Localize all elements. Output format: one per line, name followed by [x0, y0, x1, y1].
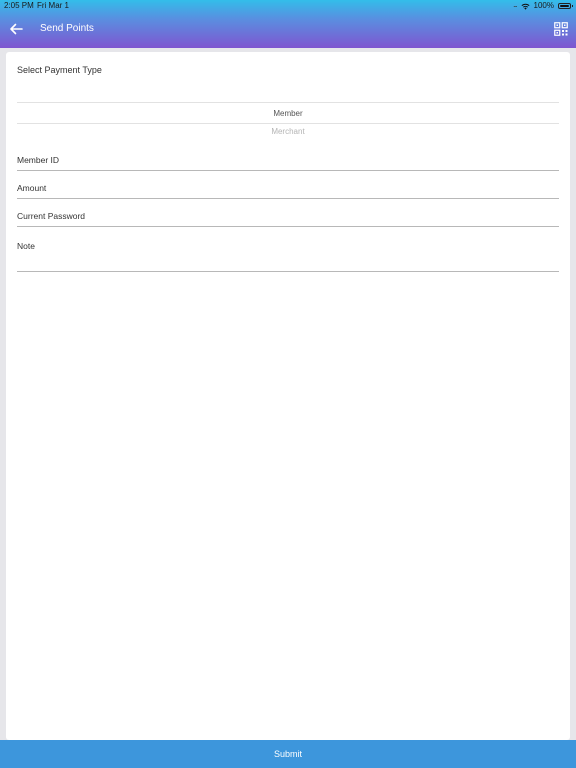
- status-indicators: ..... 100%: [513, 0, 573, 12]
- wifi-icon: [521, 3, 530, 10]
- current-password-label: Current Password: [17, 211, 86, 221]
- form-card: Select Payment Type Member Merchant Memb…: [6, 52, 570, 740]
- note-label: Note: [17, 241, 35, 251]
- page-title: Send Points: [40, 23, 94, 34]
- battery-percent: 100%: [533, 1, 554, 10]
- current-password-field[interactable]: Current Password: [17, 211, 559, 227]
- note-field[interactable]: Note: [17, 241, 559, 272]
- battery-icon: [558, 3, 573, 9]
- qr-scan-button[interactable]: [554, 22, 568, 36]
- payment-option-merchant[interactable]: Merchant: [17, 127, 559, 136]
- submit-button[interactable]: Submit: [0, 740, 576, 768]
- status-date: Fri Mar 1: [37, 1, 69, 10]
- member-id-field[interactable]: Member ID: [17, 155, 559, 171]
- amount-label: Amount: [17, 183, 47, 193]
- arrow-left-icon: [10, 23, 23, 35]
- signal-icon: .....: [513, 3, 517, 9]
- payment-type-label: Select Payment Type: [17, 65, 102, 75]
- picker-divider-bottom: [17, 123, 559, 124]
- amount-field[interactable]: Amount: [17, 183, 559, 199]
- qr-code-icon: [554, 22, 568, 36]
- payment-option-member[interactable]: Member: [17, 109, 559, 118]
- app-header: 2:05 PM Fri Mar 1 ..... 100% Send Points: [0, 0, 576, 48]
- member-id-label: Member ID: [17, 155, 60, 165]
- status-bar: 2:05 PM Fri Mar 1 ..... 100%: [0, 0, 576, 12]
- picker-divider-top: [17, 102, 559, 103]
- status-time: 2:05 PM: [4, 1, 34, 10]
- back-button[interactable]: [9, 22, 27, 36]
